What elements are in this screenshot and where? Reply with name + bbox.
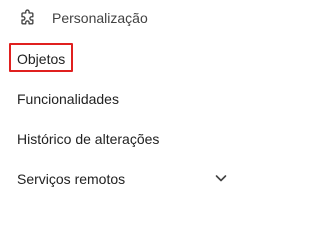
- menu-item-label: Funcionalidades: [17, 91, 119, 107]
- side-menu: Personalização Objetos Funcionalidades H…: [0, 0, 239, 200]
- menu-item-objetos[interactable]: Objetos: [0, 49, 239, 69]
- chevron-down-icon[interactable]: [214, 171, 228, 185]
- menu-item-label: Objetos: [17, 51, 66, 67]
- menu-item-label: Histórico de alterações: [17, 131, 160, 147]
- menu-item-personalizacao[interactable]: Personalização: [0, 8, 239, 28]
- menu-item-label: Personalização: [52, 10, 148, 26]
- menu-item-servicos-remotos[interactable]: Serviços remotos: [0, 169, 239, 189]
- menu-item-historico-de-alteracoes[interactable]: Histórico de alterações: [0, 129, 239, 149]
- puzzle-piece-icon: [17, 8, 37, 28]
- menu-item-label: Serviços remotos: [17, 171, 126, 187]
- menu-item-funcionalidades[interactable]: Funcionalidades: [0, 89, 239, 109]
